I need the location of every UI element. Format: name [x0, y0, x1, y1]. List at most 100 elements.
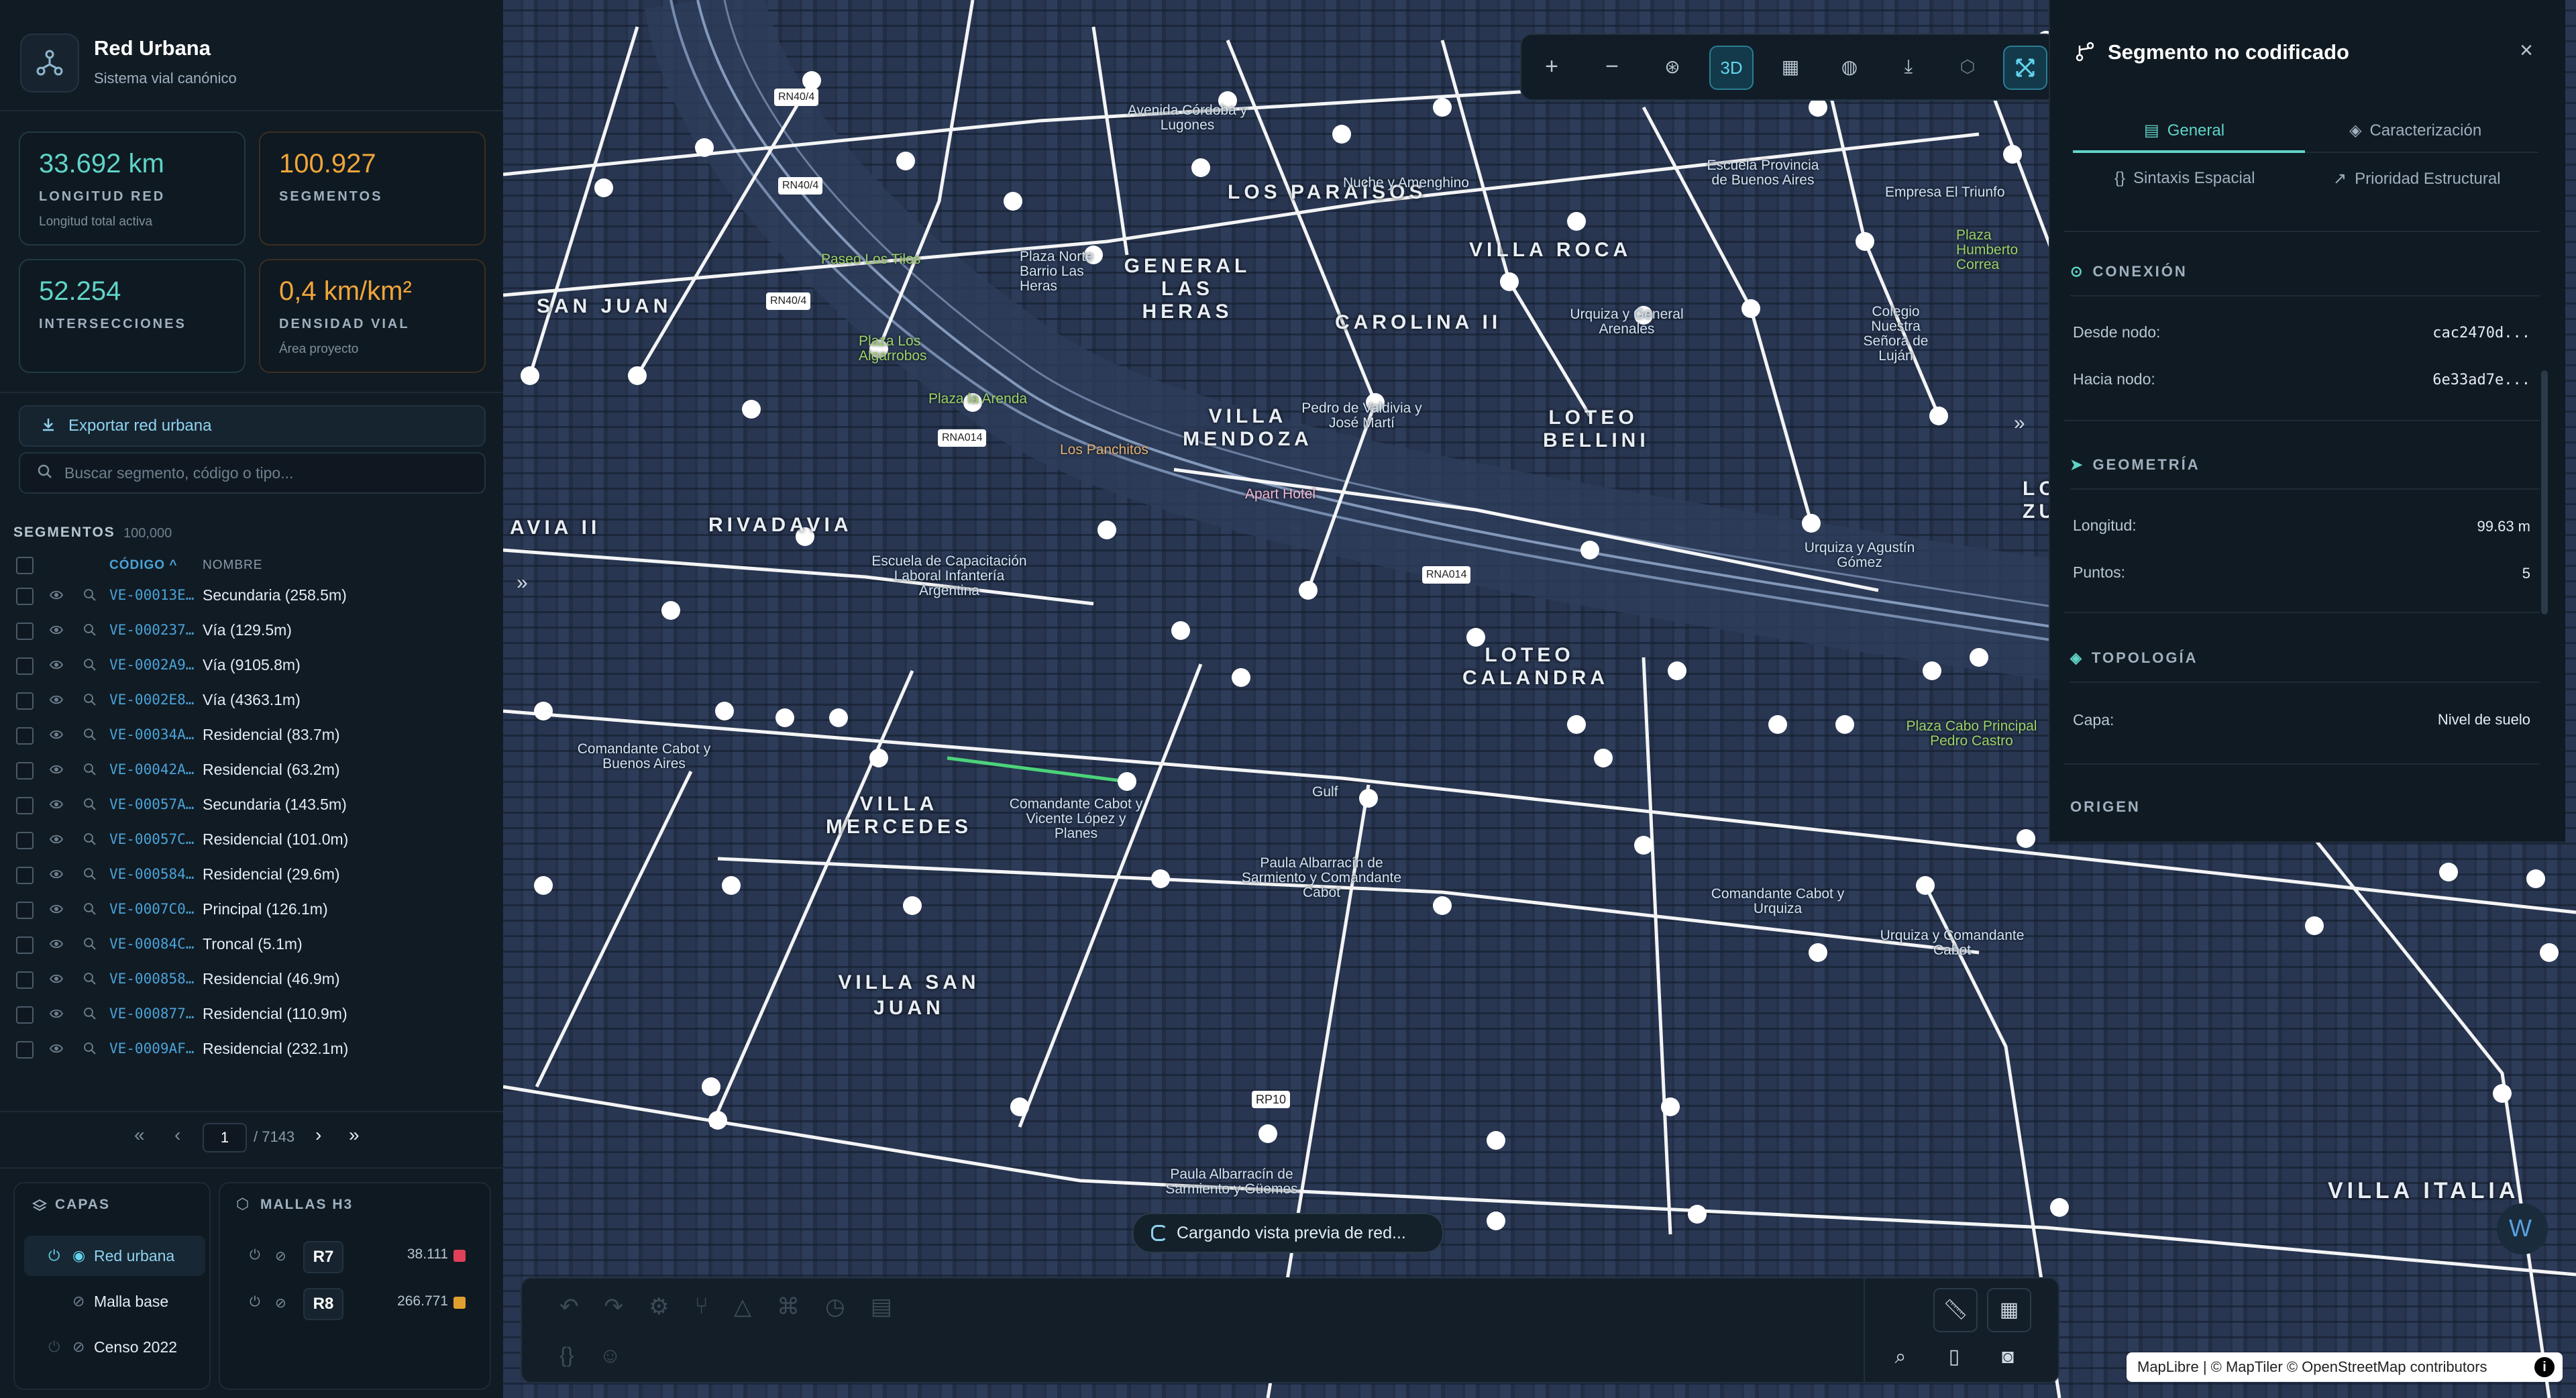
row-checkbox[interactable]	[16, 936, 34, 954]
network-node[interactable]	[2050, 1198, 2069, 1217]
eye-icon[interactable]	[49, 658, 64, 675]
eye-icon[interactable]	[49, 867, 64, 884]
network-node[interactable]	[1916, 876, 1935, 895]
zoom-to-icon[interactable]	[83, 902, 97, 919]
next-page-icon[interactable]: ›	[315, 1124, 321, 1146]
power-icon[interactable]: ⏻	[48, 1247, 60, 1265]
visibility-off-icon[interactable]: ⊘	[275, 1248, 286, 1265]
visibility-icon[interactable]: ◉	[72, 1247, 85, 1265]
network-node[interactable]	[1118, 772, 1136, 791]
segment-row[interactable]: VE-000584… Residencial (29.6m)	[0, 857, 503, 892]
network-node[interactable]	[1097, 521, 1116, 539]
segment-row[interactable]: VE-00013E… Secundaria (258.5m)	[0, 578, 503, 613]
network-node[interactable]	[661, 601, 680, 620]
network-node[interactable]	[2305, 916, 2324, 935]
network-node[interactable]	[1634, 836, 1653, 855]
segment-search[interactable]	[19, 452, 486, 494]
zoom-to-icon[interactable]	[83, 798, 97, 814]
network-node[interactable]	[521, 366, 539, 385]
network-node[interactable]	[1856, 232, 1874, 251]
network-node[interactable]	[1594, 749, 1613, 767]
table-icon[interactable]: ▦	[1770, 46, 1811, 87]
network-node[interactable]	[708, 1111, 727, 1130]
network-node[interactable]	[1171, 621, 1190, 640]
network-node[interactable]	[1668, 661, 1686, 680]
globe-icon[interactable]: ◍	[1829, 46, 1870, 87]
network-node[interactable]	[903, 896, 922, 915]
row-checkbox[interactable]	[16, 902, 34, 919]
network-node[interactable]	[1802, 514, 1821, 533]
row-checkbox[interactable]	[16, 867, 34, 884]
segment-row[interactable]: VE-000877… Residencial (110.9m)	[0, 997, 503, 1032]
segment-row[interactable]: VE-0007C0… Principal (126.1m)	[0, 892, 503, 927]
segment-row[interactable]: VE-0009AF… Residencial (232.1m)	[0, 1032, 503, 1067]
network-node[interactable]	[1004, 192, 1022, 211]
zoom-to-icon[interactable]	[83, 832, 97, 849]
row-checkbox[interactable]	[16, 727, 34, 745]
network-node[interactable]	[594, 178, 613, 197]
network-node[interactable]	[2526, 869, 2545, 888]
column-name[interactable]: NOMBRE	[203, 558, 262, 573]
network-node[interactable]	[1768, 715, 1787, 734]
zoom-to-icon[interactable]	[83, 728, 97, 745]
network-node[interactable]	[2439, 863, 2458, 881]
network-node[interactable]	[896, 152, 915, 170]
visibility-off-icon[interactable]: ⊘	[275, 1295, 286, 1311]
layer-red-urbana[interactable]: ⏻ ◉ Red urbana	[24, 1236, 205, 1276]
close-icon[interactable]: ×	[2520, 38, 2533, 64]
network-node[interactable]	[1010, 1097, 1029, 1116]
network-node[interactable]	[1332, 125, 1351, 144]
network-node[interactable]	[1970, 648, 1988, 667]
network-node[interactable]	[2003, 145, 2022, 164]
eye-icon[interactable]	[49, 832, 64, 849]
zoom-to-icon[interactable]	[83, 867, 97, 884]
zoom-to-icon[interactable]	[83, 937, 97, 954]
row-checkbox[interactable]	[16, 971, 34, 989]
network-node[interactable]	[1809, 98, 1827, 117]
network-node[interactable]	[1151, 869, 1170, 888]
network-node[interactable]	[829, 708, 848, 727]
network-node[interactable]	[1835, 715, 1854, 734]
network-node[interactable]	[869, 749, 888, 767]
network-node[interactable]	[1258, 1124, 1277, 1143]
zoom-out-icon[interactable]: −	[1591, 46, 1633, 87]
row-checkbox[interactable]	[16, 657, 34, 675]
layer-malla-base[interactable]: ⊘ Malla base	[24, 1281, 205, 1322]
sliders-icon[interactable]: ⚙	[649, 1293, 669, 1320]
ruler-icon[interactable]: 📏︎	[1933, 1288, 1978, 1332]
eye-icon[interactable]	[49, 1042, 64, 1059]
network-node[interactable]	[534, 876, 553, 895]
select-all-checkbox[interactable]	[16, 557, 34, 574]
network-node[interactable]	[802, 71, 821, 90]
network-node[interactable]	[1191, 158, 1210, 177]
users-icon[interactable]: ☺	[599, 1343, 621, 1368]
network-node[interactable]	[534, 702, 553, 720]
eye-icon[interactable]	[49, 693, 64, 710]
zoom-to-icon[interactable]	[83, 623, 97, 640]
map-logo-icon[interactable]: W	[2497, 1203, 2548, 1254]
network-node[interactable]	[1741, 299, 1760, 318]
zoom-to-icon[interactable]	[83, 588, 97, 605]
segment-row[interactable]: VE-0002E8… Vía (4363.1m)	[0, 683, 503, 718]
eye-icon[interactable]	[49, 623, 64, 640]
page-input[interactable]: 1	[203, 1123, 247, 1152]
tab-sintaxis-espacial[interactable]: {} Sintaxis Espacial	[2114, 169, 2255, 188]
power-icon[interactable]: ⏻	[250, 1295, 260, 1310]
visibility-off-icon[interactable]: ⊘	[72, 1293, 85, 1310]
power-icon[interactable]: ⏻	[48, 1338, 60, 1356]
collapse-panel-icon[interactable]: »	[2014, 412, 2025, 435]
search-icon[interactable]: ⌕	[1880, 1336, 1921, 1378]
eye-icon[interactable]	[49, 937, 64, 954]
eye-icon[interactable]	[49, 728, 64, 745]
route-icon[interactable]: ⌘	[777, 1293, 800, 1320]
row-checkbox[interactable]	[16, 692, 34, 710]
network-node[interactable]	[1809, 943, 1827, 962]
network-node[interactable]	[695, 138, 714, 157]
eye-icon[interactable]	[49, 902, 64, 919]
mesh-r8[interactable]: ⏻ ⊘ R8 266.771	[229, 1285, 484, 1323]
network-node[interactable]	[1567, 715, 1586, 734]
export-network-button[interactable]: Exportar red urbana	[19, 405, 486, 447]
eye-icon[interactable]	[49, 763, 64, 779]
download-icon[interactable]: ⤓	[1888, 46, 1929, 87]
column-code[interactable]: CÓDIGO ^	[109, 558, 177, 573]
